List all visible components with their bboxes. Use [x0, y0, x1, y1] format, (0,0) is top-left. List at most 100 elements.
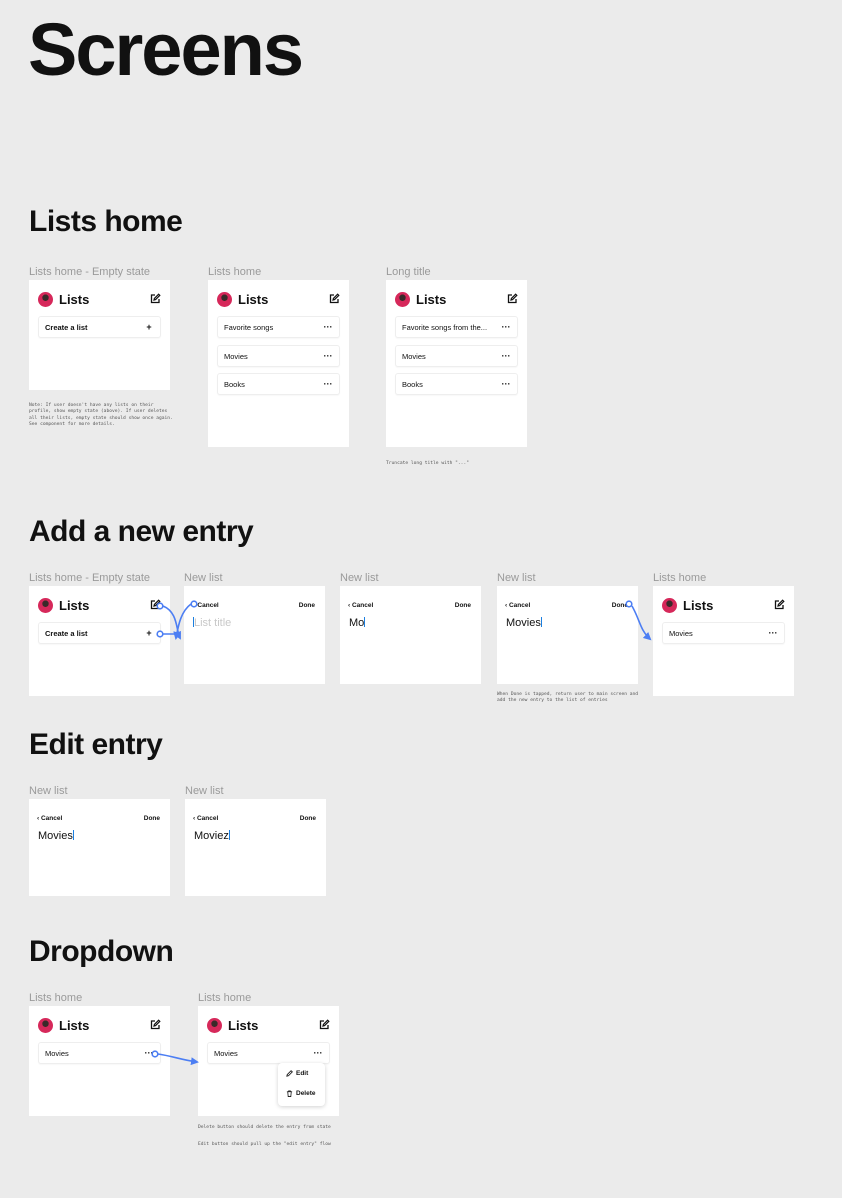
edit-icon[interactable] — [149, 293, 161, 305]
list-item[interactable]: Movies ··· — [217, 345, 340, 367]
frame-label: New list — [184, 572, 223, 584]
frame-label: Lists home — [29, 992, 83, 1004]
list-item[interactable]: Movies ··· — [662, 622, 785, 644]
more-icon[interactable]: ··· — [501, 380, 511, 389]
more-icon[interactable]: ··· — [313, 1049, 323, 1058]
screen-dropdown-open: Lists Movies ··· Edit Delete — [198, 1006, 339, 1116]
cancel-button[interactable]: ‹ Cancel — [348, 602, 455, 609]
chevron-left-icon: ‹ — [193, 814, 196, 822]
done-button[interactable]: Done — [299, 602, 315, 609]
create-list-row[interactable]: Create a list + — [38, 316, 161, 338]
section-title-dropdown: Dropdown — [29, 935, 174, 968]
text-caret — [72, 830, 74, 840]
avatar[interactable] — [207, 1017, 222, 1033]
list-item[interactable]: Books ··· — [217, 373, 340, 395]
frame-label: Lists home - Empty state — [29, 266, 151, 278]
list-item-label: Movies — [669, 628, 693, 638]
chevron-left-icon: ‹ — [348, 601, 351, 609]
list-title-value: Movies — [506, 617, 541, 629]
plus-icon[interactable]: + — [144, 629, 154, 638]
note-edit: Edit button should pull up the "edit ent… — [198, 1142, 331, 1147]
header-title: Lists — [59, 291, 90, 307]
list-item-label: Movies — [45, 1048, 69, 1058]
delete-menu-item[interactable]: Delete — [286, 1090, 316, 1097]
list-item[interactable]: Books ··· — [395, 373, 518, 395]
dropdown-menu: Edit Delete — [278, 1063, 325, 1106]
note-delete: Delete button should delete the entry fr… — [198, 1125, 331, 1130]
list-title-input[interactable]: Movies — [38, 830, 74, 842]
edit-menu-item[interactable]: Edit — [286, 1070, 308, 1077]
list-title-input[interactable]: Movies — [506, 617, 542, 629]
list-item[interactable]: Movies ··· — [38, 1042, 161, 1064]
done-button[interactable]: Done — [612, 602, 628, 609]
cancel-button[interactable]: Cancel — [192, 602, 299, 609]
plus-icon[interactable]: + — [144, 323, 154, 332]
create-list-row[interactable]: Create a list + — [38, 622, 161, 644]
list-item[interactable]: Favorite songs from the... ··· — [395, 316, 518, 338]
list-item[interactable]: Movies ··· — [207, 1042, 330, 1064]
screen-long-title: Lists Favorite songs from the... ··· Mov… — [386, 280, 527, 447]
list-title-input[interactable]: Moviez — [194, 830, 230, 842]
more-icon[interactable]: ··· — [323, 323, 333, 332]
list-item-label: Books — [402, 379, 423, 389]
section-title-edit-entry: Edit entry — [29, 728, 163, 761]
avatar[interactable] — [217, 291, 232, 307]
screen-new-list-empty: Cancel Done List title — [184, 586, 325, 684]
avatar[interactable] — [38, 1017, 53, 1033]
cancel-label: Cancel — [351, 601, 374, 609]
header-title: Lists — [238, 291, 269, 307]
app-header: Lists — [38, 291, 161, 307]
nav-bar: Cancel Done — [192, 600, 315, 610]
list-title-input[interactable]: List title — [193, 617, 231, 629]
done-button[interactable]: Done — [144, 815, 160, 822]
frame-label: New list — [497, 572, 536, 584]
frame-label: Lists home - Empty state — [29, 572, 151, 584]
create-list-label: Create a list — [45, 322, 88, 332]
frame-label: Lists home — [198, 992, 252, 1004]
create-list-label: Create a list — [45, 628, 88, 638]
edit-icon[interactable] — [506, 293, 518, 305]
more-icon[interactable]: ··· — [323, 380, 333, 389]
avatar[interactable] — [38, 597, 53, 613]
edit-icon[interactable] — [149, 1019, 161, 1031]
more-icon[interactable]: ··· — [144, 1049, 154, 1058]
text-caret — [540, 617, 542, 627]
done-button[interactable]: Done — [300, 815, 316, 822]
nav-bar: ‹ Cancel Done — [348, 600, 471, 610]
list-title-input[interactable]: Mo — [349, 617, 366, 629]
cancel-button[interactable]: ‹ Cancel — [37, 815, 144, 822]
done-button[interactable]: Done — [455, 602, 471, 609]
frame-label: Lists home — [208, 266, 262, 278]
pencil-icon — [286, 1070, 293, 1077]
nav-bar: ‹ Cancel Done — [37, 813, 160, 823]
section-title-add-entry: Add a new entry — [29, 515, 254, 548]
more-icon[interactable]: ··· — [323, 352, 333, 361]
screen-edit-entry-changed: ‹ Cancel Done Moviez — [185, 799, 326, 896]
more-icon[interactable]: ··· — [501, 323, 511, 332]
cancel-button[interactable]: ‹ Cancel — [193, 815, 300, 822]
edit-label: Edit — [296, 1070, 309, 1077]
app-header: Lists — [395, 291, 518, 307]
cancel-label: Cancel — [196, 814, 219, 822]
edit-icon[interactable] — [149, 599, 161, 611]
nav-bar: ‹ Cancel Done — [193, 813, 316, 823]
app-header: Lists — [38, 1017, 161, 1033]
edit-icon[interactable] — [773, 599, 785, 611]
list-item[interactable]: Movies ··· — [395, 345, 518, 367]
section-title-lists-home: Lists home — [29, 205, 183, 238]
frame-label: Long title — [386, 266, 431, 278]
avatar[interactable] — [662, 597, 677, 613]
list-item-label: Movies — [214, 1048, 238, 1058]
more-icon[interactable]: ··· — [501, 352, 511, 361]
more-icon[interactable]: ··· — [768, 629, 778, 638]
frame-label: New list — [340, 572, 379, 584]
avatar[interactable] — [38, 291, 53, 307]
edit-icon[interactable] — [318, 1019, 330, 1031]
edit-icon[interactable] — [328, 293, 340, 305]
screen-new-list-typing: ‹ Cancel Done Mo — [340, 586, 481, 684]
list-item[interactable]: Favorite songs ··· — [217, 316, 340, 338]
header-title: Lists — [416, 291, 447, 307]
chevron-left-icon: ‹ — [37, 814, 40, 822]
cancel-button[interactable]: ‹ Cancel — [505, 602, 612, 609]
avatar[interactable] — [395, 291, 410, 307]
